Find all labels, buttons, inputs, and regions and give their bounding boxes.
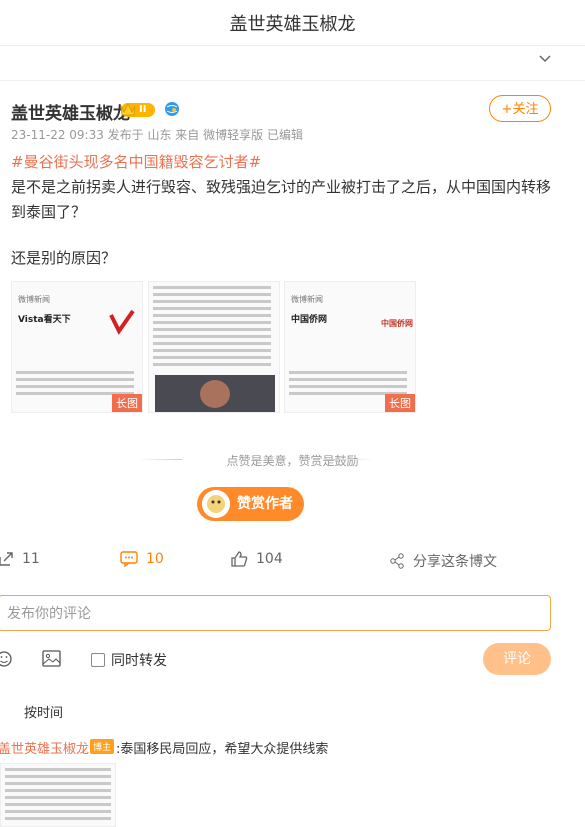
author-badge: 博主 [90, 739, 115, 754]
comment-input[interactable]: 发布你的评论 [0, 595, 551, 631]
reward-button-label: 赞赏作者 [237, 496, 293, 512]
also-repost-checkbox[interactable]: 同时转发 [91, 650, 167, 670]
reward-hint: 点赞是美意，赞赏是鼓励 [226, 454, 359, 468]
long-image-badge: 长图 [385, 394, 415, 412]
comment-button[interactable]: 10 [120, 551, 164, 567]
post-text: 是不是之前拐卖人进行毁容、致残强迫乞讨的产业被打击了之后，从中国国内转移到泰国了… [11, 178, 552, 221]
page-title: 盖世英雄玉椒龙 [229, 14, 356, 35]
comment-author[interactable]: 盖世英雄玉椒龙 [0, 738, 89, 757]
share-icon [390, 553, 404, 569]
share-label: 分享这条博文 [413, 554, 497, 570]
action-bar: 11 10 104 分享这条博文 [0, 551, 585, 575]
emoji-icon[interactable] [0, 650, 12, 668]
comment-placeholder: 发布你的评论 [7, 606, 91, 622]
divider [330, 459, 374, 460]
globe-icon [165, 102, 179, 116]
post-text-2: 还是别的原因？ [11, 249, 117, 267]
author-name[interactable]: 盖世英雄玉椒龙 [11, 99, 130, 124]
hashtag-link[interactable]: #曼谷街头现多名中国籍毁容乞讨者# [11, 151, 261, 172]
image-source-logo: 中国侨网 [381, 319, 413, 328]
chevron-down-icon[interactable] [539, 52, 551, 64]
image-account: 中国侨网 [291, 315, 328, 325]
post-image-3[interactable]: 微博新闻 中国侨网 中国侨网 长图 [284, 281, 416, 413]
comment-count: 10 [146, 551, 164, 567]
long-image-badge: 长图 [112, 394, 142, 412]
like-count: 104 [256, 551, 283, 567]
crown-icon [120, 102, 136, 116]
share-button[interactable]: 分享这条博文 [389, 551, 497, 571]
vip-level: II [139, 104, 147, 115]
comment-icon [120, 551, 138, 567]
repost-count: 11 [22, 551, 40, 567]
follow-button[interactable]: +关注 [489, 95, 551, 122]
thumbs-up-icon [231, 551, 248, 567]
top-bar: 盖世英雄玉椒龙 [0, 0, 585, 46]
post-image-2[interactable] [148, 281, 280, 413]
divider [0, 80, 585, 81]
repost-icon [0, 552, 13, 566]
also-repost-label: 同时转发 [111, 653, 167, 669]
like-button[interactable]: 104 [231, 551, 283, 567]
image-account: Vista看天下 [18, 315, 71, 325]
image-upload-icon[interactable] [42, 650, 61, 667]
comment-image[interactable] [0, 763, 116, 827]
photo-thumbnail [155, 375, 275, 412]
repost-button[interactable]: 11 [0, 551, 40, 567]
post-image-1[interactable]: 微博新闻 Vista看天下 长图 [11, 281, 143, 413]
submit-comment-button[interactable]: 评论 [483, 643, 551, 675]
reward-avatar-icon [202, 490, 230, 518]
vip-badge: II [120, 102, 155, 117]
reward-button[interactable]: 赞赏作者 [197, 487, 304, 521]
comment-text: :泰国移民局回应，希望大众提供线索 [116, 742, 329, 757]
post-meta: 23-11-22 09:33 发布于 山东 来自 微博轻享版 已编辑 [11, 128, 303, 142]
checkbox-box[interactable] [91, 653, 105, 667]
sort-by-time[interactable]: 按时间 [24, 702, 63, 721]
brand-mark-icon [109, 309, 135, 335]
